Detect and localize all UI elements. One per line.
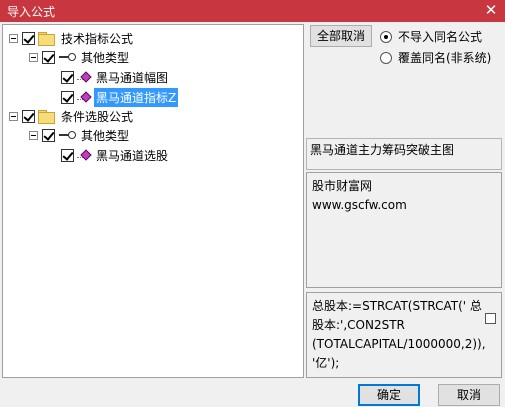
formula-checkbox[interactable]: [485, 313, 496, 324]
dialog-body: 技术指标公式 其他类型 黑马通道幅图 黑马通道指标Z 条件选股公式 其他类型 黑…: [0, 22, 505, 407]
formula-code-box[interactable]: 总股本:=STRCAT(STRCAT(' 总 股本:',CON2STR (TOT…: [306, 292, 502, 378]
tree-node-other-types[interactable]: 其他类型: [29, 126, 131, 144]
collapse-icon[interactable]: [29, 52, 38, 62]
tree-node-stock-screening[interactable]: 条件选股公式: [9, 107, 135, 125]
close-icon[interactable]: ✕: [483, 1, 499, 19]
radio-overwrite-duplicates[interactable]: 覆盖同名(非系统): [380, 49, 491, 66]
source-info-box[interactable]: 股市财富网 www.gscfw.com: [306, 172, 502, 288]
formula-line: 总股本:=STRCAT(STRCAT(' 总: [312, 299, 482, 313]
formula-line: '亿');: [312, 356, 340, 370]
radio-label: 覆盖同名(非系统): [398, 51, 492, 65]
key-icon: [58, 129, 76, 141]
cancel-button[interactable]: 取消: [438, 384, 500, 406]
tree-node-label: 其他类型: [81, 128, 130, 143]
formula-icon: [77, 149, 91, 161]
folder-icon: [38, 110, 55, 124]
folder-icon: [38, 32, 55, 46]
tree-node-formula[interactable]: 黑马通道选股: [61, 146, 170, 164]
formula-icon: [77, 91, 91, 103]
tree-node-label: 条件选股公式: [61, 109, 134, 124]
window-title: 导入公式: [7, 5, 56, 19]
formula-line: (TOTALCAPITAL/1000000,2)),: [312, 337, 486, 351]
tree-node-technical-indicators[interactable]: 技术指标公式: [9, 29, 135, 47]
formula-tree[interactable]: 技术指标公式 其他类型 黑马通道幅图 黑马通道指标Z 条件选股公式 其他类型 黑…: [2, 24, 304, 378]
title-bar: 导入公式 ✕: [0, 0, 505, 22]
formula-line: 股本:',CON2STR: [312, 318, 405, 332]
tree-checkbox[interactable]: [61, 148, 74, 162]
tree-checkbox[interactable]: [22, 109, 35, 123]
tree-node-label: 技术指标公式: [61, 31, 134, 46]
tree-node-label: 黑马通道幅图: [96, 70, 169, 85]
ok-button[interactable]: 确定: [358, 384, 420, 406]
radio-button[interactable]: [380, 30, 392, 43]
tree-node-formula-selected[interactable]: 黑马通道指标Z: [61, 86, 180, 108]
radio-skip-duplicates[interactable]: 不导入同名公式: [380, 28, 482, 45]
formula-description: 黑马通道主力筹码突破主图: [306, 138, 502, 170]
collapse-icon[interactable]: [9, 33, 18, 43]
source-url: www.gscfw.com: [312, 198, 407, 212]
tree-node-label: 黑马通道指标Z: [92, 86, 180, 108]
source-name: 股市财富网: [312, 179, 373, 193]
tree-checkbox[interactable]: [22, 31, 35, 45]
tree-checkbox[interactable]: [61, 90, 74, 104]
collapse-icon[interactable]: [29, 130, 38, 140]
tree-node-label: 黑马通道选股: [96, 148, 169, 163]
tree-node-other-types[interactable]: 其他类型: [29, 48, 131, 66]
formula-icon: [77, 71, 91, 83]
tree-node-label: 其他类型: [81, 50, 130, 65]
radio-button[interactable]: [380, 51, 392, 64]
tree-checkbox[interactable]: [42, 50, 55, 64]
tree-checkbox[interactable]: [42, 128, 55, 142]
collapse-icon[interactable]: [9, 111, 18, 121]
tree-checkbox[interactable]: [61, 70, 74, 84]
tree-node-formula[interactable]: 黑马通道幅图: [61, 68, 170, 86]
key-icon: [58, 51, 76, 63]
radio-label: 不导入同名公式: [398, 30, 483, 44]
deselect-all-button[interactable]: 全部取消: [310, 25, 372, 47]
